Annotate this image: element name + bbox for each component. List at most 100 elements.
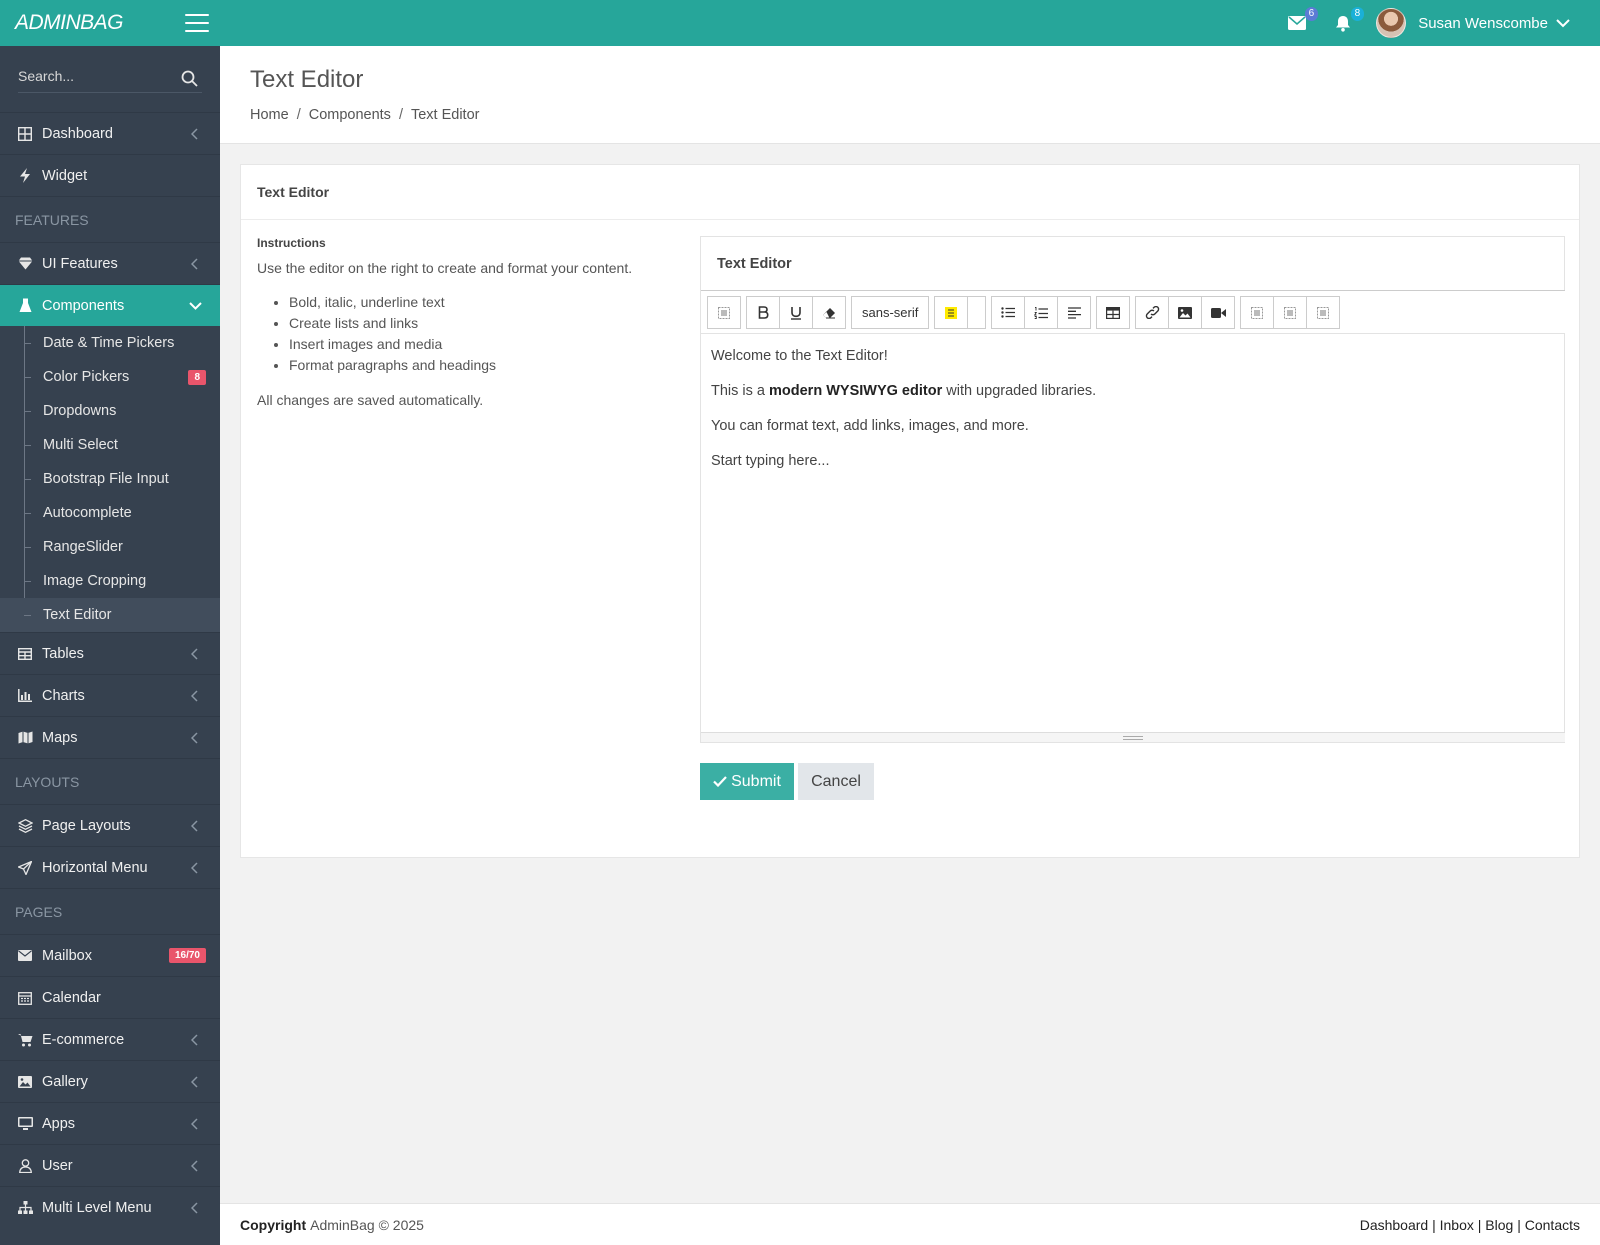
editor-paragraph: You can format text, add links, images, …: [711, 418, 1029, 434]
sidebar-item-apps[interactable]: Apps: [0, 1102, 220, 1144]
instructions-text: Use the editor on the right to create an…: [257, 260, 633, 276]
sidebar-item-charts[interactable]: Charts: [0, 674, 220, 716]
sidebar-item-dashboard[interactable]: Dashboard: [0, 112, 220, 154]
chevron-left-icon: [191, 1202, 198, 1214]
sidebar-item-e-commerce[interactable]: E-commerce: [0, 1018, 220, 1060]
user-menu[interactable]: Susan Wenscombe: [1418, 15, 1570, 32]
list-item: Format paragraphs and headings: [289, 355, 677, 376]
sidebar-item-multi-level-menu[interactable]: Multi Level Menu: [0, 1186, 220, 1228]
breadcrumb-home[interactable]: Home: [250, 107, 289, 123]
cart-icon: [17, 1032, 33, 1048]
search-input[interactable]: [18, 60, 202, 93]
code-view-icon[interactable]: [1273, 296, 1308, 329]
unordered-list-icon[interactable]: [991, 296, 1026, 329]
page-footer: Copyright AdminBag © 2025 Dashboard | In…: [220, 1203, 1600, 1245]
footer-link-blog[interactable]: Blog: [1485, 1217, 1513, 1233]
cancel-button[interactable]: Cancel: [798, 763, 874, 800]
top-navbar: ADMINBAG 6 8 Susan Wenscombe: [0, 0, 1600, 46]
editor-toolbar: sans-serif: [701, 290, 1565, 334]
sidebar-subitem-file-input[interactable]: Bootstrap File Input: [0, 462, 220, 496]
chevron-down-icon: [1556, 18, 1570, 27]
underline-icon[interactable]: [779, 296, 813, 329]
sidebar-item-label: Widget: [42, 167, 88, 184]
ordered-list-icon[interactable]: [1024, 296, 1059, 329]
text-color-icon[interactable]: [934, 296, 969, 329]
chevron-left-icon: [191, 690, 198, 702]
paper-plane-icon: [17, 860, 33, 876]
bolt-icon: [17, 168, 33, 184]
font-family-dropdown[interactable]: sans-serif: [851, 296, 930, 329]
sidebar-search: [0, 46, 220, 112]
sidebar-item-horizontal-menu[interactable]: Horizontal Menu: [0, 846, 220, 888]
footer-links: Dashboard | Inbox | Blog | Contacts: [1359, 1216, 1580, 1233]
sidebar-item-page-layouts[interactable]: Page Layouts: [0, 804, 220, 846]
table-insert-icon[interactable]: [1096, 296, 1131, 329]
sidebar-item-label: Maps: [42, 729, 78, 746]
submit-label: Submit: [731, 772, 781, 790]
sidebar-item-components[interactable]: Components: [0, 284, 220, 326]
sidebar-subitem-dropdowns[interactable]: Dropdowns: [0, 394, 220, 428]
section-label-features: FEATURES: [0, 196, 220, 242]
diamond-icon: [17, 256, 33, 272]
sidebar-item-widget[interactable]: Widget: [0, 154, 220, 196]
footer-link-contacts[interactable]: Contacts: [1525, 1217, 1580, 1233]
chevron-left-icon: [191, 1160, 198, 1172]
breadcrumb: Home / Components / Text Editor: [250, 107, 480, 123]
monitor-icon: [17, 1116, 33, 1132]
footer-link-dashboard[interactable]: Dashboard: [1360, 1217, 1429, 1233]
sidebar-item-maps[interactable]: Maps: [0, 716, 220, 758]
mail-icon[interactable]: 6: [1284, 7, 1319, 36]
color-dropdown-caret[interactable]: [967, 296, 987, 329]
help-icon[interactable]: [1306, 296, 1341, 329]
editor-content-area[interactable]: Welcome to the Text Editor! This is a mo…: [701, 334, 1565, 727]
sidebar-item-gallery[interactable]: Gallery: [0, 1060, 220, 1102]
editor-text: with upgraded libraries.: [942, 383, 1097, 399]
sidebar-item-mailbox[interactable]: Mailbox 16/70: [0, 934, 220, 976]
instructions-list: Bold, italic, underline text Create list…: [257, 292, 677, 376]
bell-icon[interactable]: 8: [1330, 7, 1365, 36]
fullscreen-icon[interactable]: [1240, 296, 1275, 329]
sidebar-subitem-rangeslider[interactable]: RangeSlider: [0, 530, 220, 564]
sidebar-item-calendar[interactable]: Calendar: [0, 976, 220, 1018]
sidebar-subitem-label: Date & Time Pickers: [43, 335, 175, 351]
image-icon: [17, 1074, 33, 1090]
eraser-icon[interactable]: [812, 296, 846, 329]
link-icon[interactable]: [1135, 296, 1170, 329]
bold-icon[interactable]: [746, 296, 780, 329]
list-item: Create lists and links: [289, 313, 677, 334]
sidebar-subitem-label: Text Editor: [43, 607, 112, 623]
layers-icon: [17, 818, 33, 834]
sidebar-item-ui-features[interactable]: UI Features: [0, 242, 220, 284]
sidebar-subitem-image-cropping[interactable]: Image Cropping: [0, 564, 220, 598]
image-insert-icon[interactable]: [1168, 296, 1203, 329]
breadcrumb-components[interactable]: Components: [309, 107, 391, 123]
style-icon[interactable]: [707, 296, 741, 329]
sidebar-subitem-date-time-pickers[interactable]: Date & Time Pickers: [0, 326, 220, 360]
sidebar-subitem-autocomplete[interactable]: Autocomplete: [0, 496, 220, 530]
sidebar-item-label: Multi Level Menu: [42, 1199, 152, 1216]
sidebar-subitem-label: RangeSlider: [43, 539, 123, 555]
sidebar-subitem-multi-select[interactable]: Multi Select: [0, 428, 220, 462]
editor-panel: Text Editor sans-serif Welcome to the Te…: [700, 236, 1565, 743]
search-icon[interactable]: [181, 70, 198, 87]
bar-chart-icon: [17, 688, 33, 704]
instructions-footer: All changes are saved automatically.: [257, 392, 484, 408]
sidebar-subitem-label: Dropdowns: [43, 403, 117, 419]
align-left-icon[interactable]: [1057, 296, 1092, 329]
sidebar-subitem-text-editor[interactable]: Text Editor: [0, 598, 220, 632]
calendar-icon: [17, 990, 33, 1006]
menu-toggle-icon[interactable]: [185, 14, 209, 32]
sidebar-item-tables[interactable]: Tables: [0, 632, 220, 674]
page-title: Text Editor: [250, 66, 364, 93]
map-icon: [17, 730, 33, 746]
video-insert-icon[interactable]: [1201, 296, 1236, 329]
editor-resize-handle[interactable]: [701, 732, 1565, 742]
submit-button[interactable]: Submit: [700, 763, 794, 800]
sidebar-item-user[interactable]: User: [0, 1144, 220, 1186]
user-avatar[interactable]: [1376, 8, 1407, 38]
footer-link-inbox[interactable]: Inbox: [1440, 1217, 1474, 1233]
sidebar-subitem-color-pickers[interactable]: Color Pickers 8: [0, 360, 220, 394]
mail-badge: 6: [1304, 7, 1319, 21]
sidebar: Dashboard Widget FEATURES UI Features Co…: [0, 46, 220, 1245]
count-badge: 16/70: [168, 948, 206, 963]
